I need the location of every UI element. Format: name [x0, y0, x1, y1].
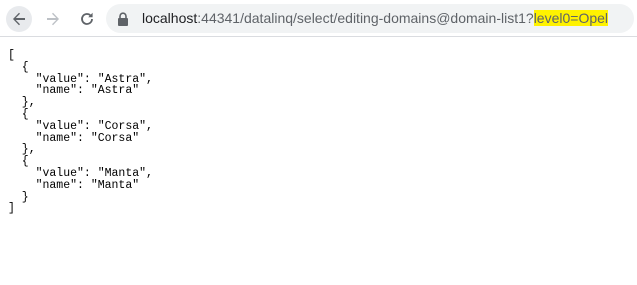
json-line: {: [8, 107, 29, 121]
reload-icon: [81, 12, 93, 25]
forward-button[interactable]: [40, 6, 66, 32]
json-line: ]: [8, 202, 15, 216]
lock-icon: [118, 12, 128, 26]
json-line: },: [8, 143, 36, 157]
url-text: localhost:44341/datalinq/select/editing-…: [142, 10, 609, 27]
browser-toolbar: localhost:44341/datalinq/select/editing-…: [0, 0, 637, 37]
back-button[interactable]: [6, 6, 32, 32]
arrow-right-icon: [47, 12, 59, 26]
json-line: [: [8, 49, 15, 62]
json-line: },: [8, 96, 36, 110]
json-line: "value": "Manta",: [8, 166, 153, 180]
json-line: "value": "Corsa",: [8, 119, 153, 133]
json-response-body: [ { "value": "Astra", "name": "Astra" },…: [8, 50, 153, 215]
reload-button[interactable]: [74, 6, 100, 32]
json-line: "name": "Manta": [8, 178, 140, 192]
url-highlighted-query: level0=Opel: [533, 10, 609, 26]
json-line: }: [8, 190, 29, 204]
url-path: :44341/datalinq/select/editing-domains@d…: [197, 10, 534, 26]
json-line: {: [8, 60, 29, 74]
address-bar[interactable]: localhost:44341/datalinq/select/editing-…: [106, 4, 634, 33]
arrow-left-icon: [13, 12, 25, 26]
url-host: localhost: [142, 10, 198, 26]
